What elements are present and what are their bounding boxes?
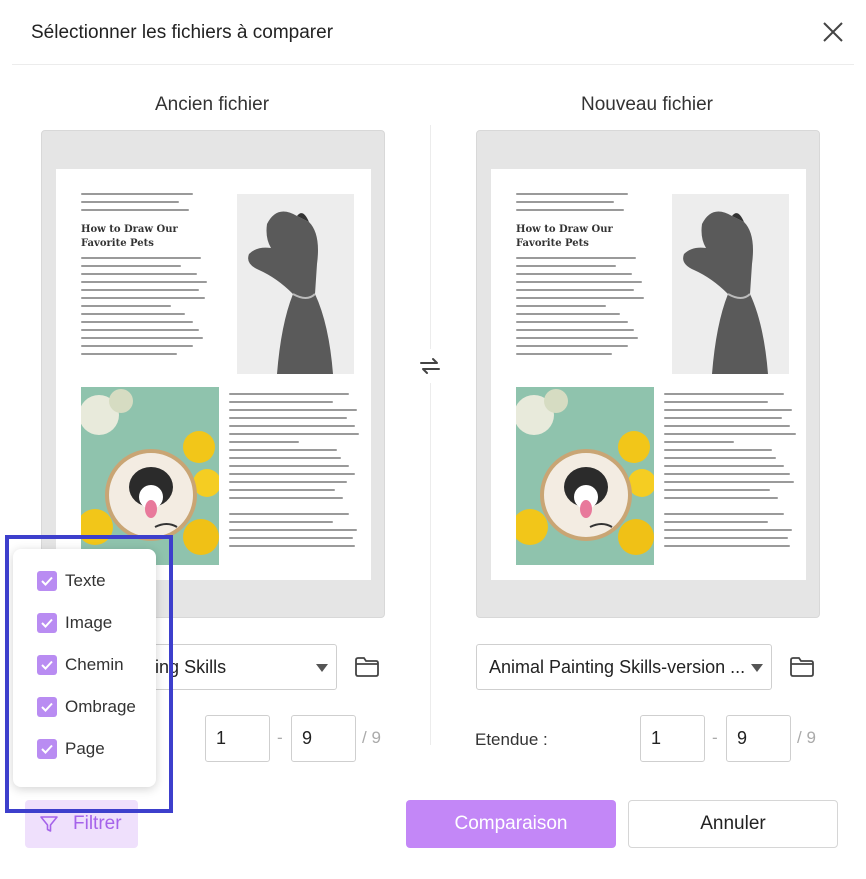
check-icon	[37, 613, 57, 633]
folder-icon[interactable]	[354, 656, 380, 678]
column-divider	[430, 125, 431, 745]
old-file-preview: How to Draw Our Favorite Pets	[41, 130, 385, 618]
new-file-select[interactable]: Animal Painting Skills-version ...	[476, 644, 772, 690]
check-icon	[37, 571, 57, 591]
new-range-to-input[interactable]: 9	[726, 715, 791, 762]
check-icon	[37, 697, 57, 717]
doc-side-text	[229, 393, 361, 553]
caret-down-icon	[316, 664, 328, 672]
dog-sketch-image	[672, 194, 789, 374]
doc-intro-text	[516, 193, 636, 217]
old-range-from-input[interactable]: 1	[205, 715, 270, 762]
doc-intro-text	[81, 193, 201, 217]
new-range-dash: -	[712, 728, 718, 747]
filter-option-chemin[interactable]: Chemin	[13, 655, 156, 697]
doc-body-text	[516, 257, 646, 361]
filter-option-texte[interactable]: Texte	[13, 571, 156, 613]
filter-menu: Texte Image Chemin Ombrage Page	[13, 549, 156, 787]
caret-down-icon	[751, 664, 763, 672]
cancel-button[interactable]: Annuler	[628, 800, 838, 848]
doc-body-text	[81, 257, 209, 361]
compare-files-dialog: Sélectionner les fichiers à comparer Anc…	[0, 0, 866, 879]
header-divider	[12, 64, 854, 65]
old-document-page: How to Draw Our Favorite Pets	[56, 169, 371, 580]
compare-button[interactable]: Comparaison	[406, 800, 616, 848]
new-range-from-input[interactable]: 1	[640, 715, 705, 762]
filter-option-label: Ombrage	[65, 697, 136, 716]
filter-option-ombrage[interactable]: Ombrage	[13, 697, 156, 739]
new-range-label: Etendue :	[475, 730, 548, 749]
filter-option-image[interactable]: Image	[13, 613, 156, 655]
folder-icon[interactable]	[789, 656, 815, 678]
filter-option-label: Texte	[65, 571, 106, 590]
filter-option-page[interactable]: Page	[13, 739, 156, 781]
filter-option-label: Page	[65, 739, 105, 758]
new-file-select-value: Animal Painting Skills-version ...	[489, 656, 746, 677]
filter-button[interactable]: Filtrer	[25, 800, 138, 848]
check-icon	[37, 655, 57, 675]
old-file-heading: Ancien fichier	[154, 94, 270, 115]
filter-button-label: Filtrer	[73, 813, 122, 834]
old-range-dash: -	[277, 728, 283, 747]
dog-sketch-image	[237, 194, 354, 374]
embroidery-flowers-image	[516, 387, 654, 565]
close-icon[interactable]	[820, 19, 846, 45]
old-range-total: / 9	[362, 728, 381, 747]
filter-option-label: Chemin	[65, 655, 124, 674]
dialog-title: Sélectionner les fichiers à comparer	[31, 22, 334, 43]
check-icon	[37, 739, 57, 759]
embroidery-flowers-image	[81, 387, 219, 565]
new-document-page: How to Draw Our Favorite Pets	[491, 169, 806, 580]
filter-option-label: Image	[65, 613, 113, 632]
filter-icon	[40, 816, 58, 832]
doc-heading: How to Draw Our Favorite Pets	[516, 224, 613, 249]
new-file-preview: How to Draw Our Favorite Pets	[476, 130, 820, 618]
old-range-to-input[interactable]: 9	[291, 715, 356, 762]
new-range-total: / 9	[797, 728, 816, 747]
swap-icon[interactable]	[413, 349, 447, 383]
doc-heading: How to Draw Our Favorite Pets	[81, 224, 178, 249]
new-file-heading: Nouveau fichier	[580, 94, 714, 115]
doc-side-text	[664, 393, 800, 553]
